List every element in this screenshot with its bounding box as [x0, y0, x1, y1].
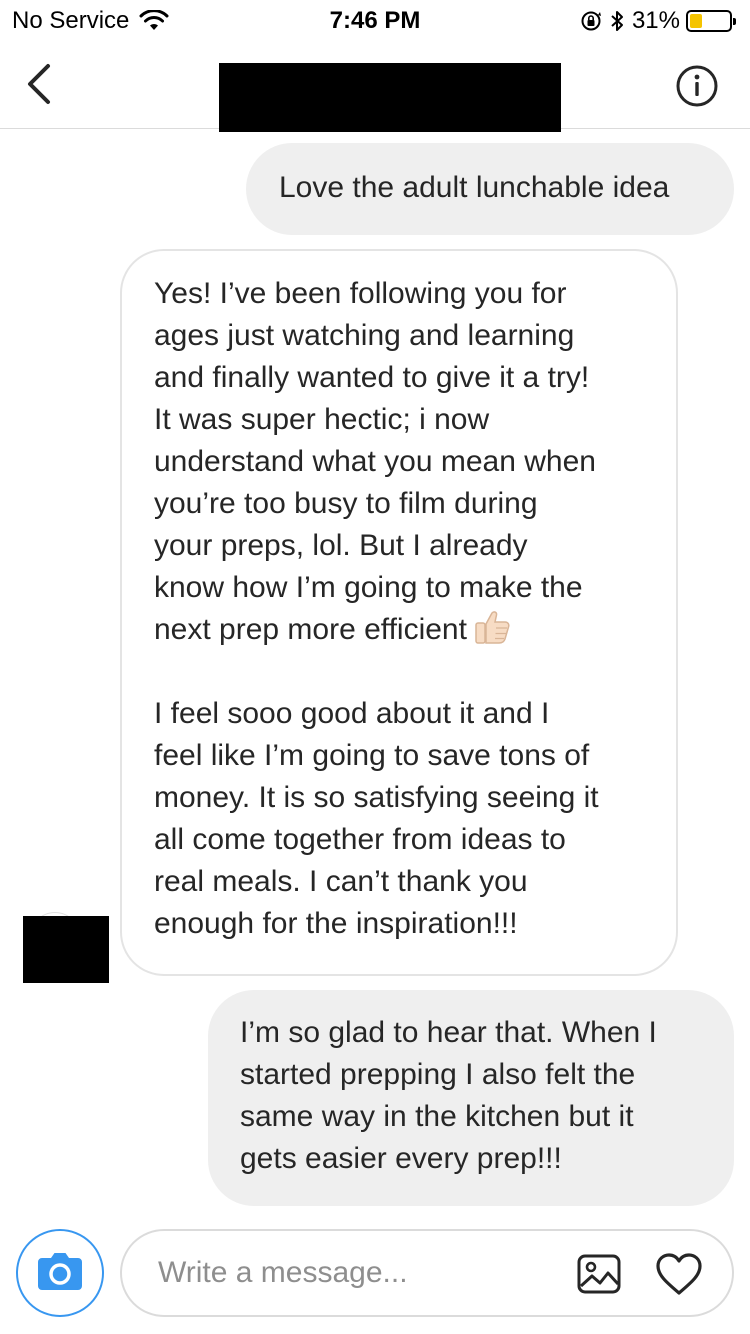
like-button[interactable] — [654, 1251, 704, 1297]
nav-bar — [0, 40, 750, 132]
message-bubble-outgoing[interactable]: I’m so glad to hear that. When I started… — [208, 990, 734, 1206]
heart-icon — [656, 1253, 702, 1295]
message-text: I feel sooo good about it and I feel lik… — [154, 697, 599, 940]
info-button[interactable] — [676, 65, 718, 107]
chevron-left-icon — [28, 64, 50, 104]
message-input[interactable] — [158, 1251, 558, 1295]
message-text: Yes! I’ve been following you for ages ju… — [154, 277, 596, 646]
status-bar: No Service 7:46 PM 31% — [0, 0, 750, 40]
message-text: Love the adult lunchable idea — [279, 171, 670, 204]
gallery-button[interactable] — [576, 1251, 622, 1297]
bluetooth-icon — [611, 11, 623, 31]
thumbs-up-icon — [475, 611, 510, 644]
message-paragraph: Yes! I’ve been following you for ages ju… — [154, 273, 656, 651]
info-icon — [676, 65, 718, 107]
message-bubble-outgoing[interactable]: Love the adult lunchable idea — [246, 143, 734, 235]
message-composer — [120, 1229, 734, 1317]
redacted-avatar[interactable] — [23, 916, 109, 983]
battery-percent: 31% — [631, 7, 680, 34]
battery-level — [690, 14, 702, 28]
image-icon — [577, 1254, 621, 1294]
battery-icon — [686, 10, 736, 32]
redacted-username[interactable] — [219, 63, 561, 132]
orientation-lock-icon — [581, 11, 601, 31]
camera-icon — [24, 1237, 96, 1309]
message-text: I’m so glad to hear that. When I started… — [240, 1016, 657, 1175]
message-bubble-incoming[interactable]: Yes! I’ve been following you for ages ju… — [120, 249, 678, 976]
camera-button[interactable] — [16, 1229, 104, 1317]
back-button[interactable] — [22, 62, 62, 106]
